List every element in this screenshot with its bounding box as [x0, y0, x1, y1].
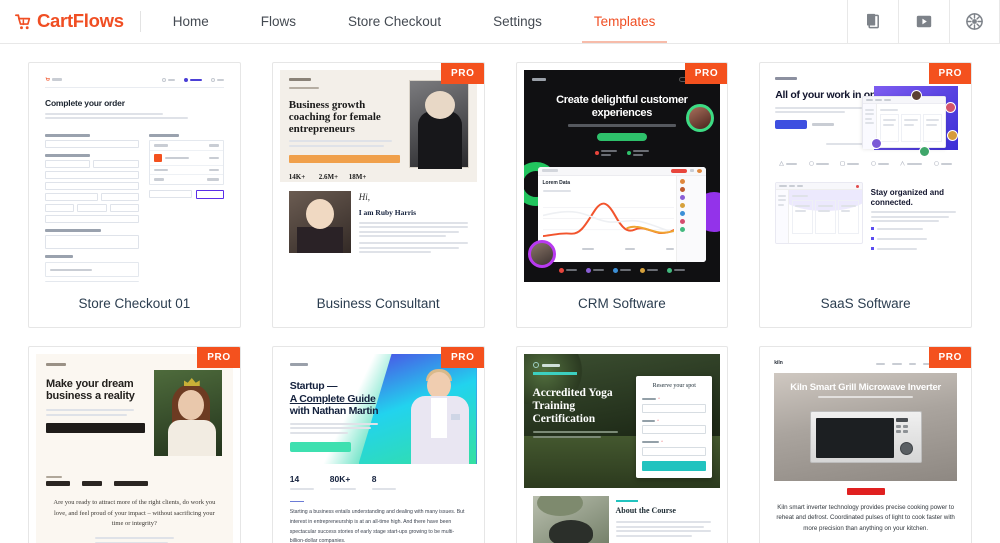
template-card[interactable]: PRO Make your dream business a reality A… — [28, 346, 241, 543]
stat-value: 14 — [289, 474, 300, 484]
template-preview: All of your work in one place. Stay orga… — [767, 70, 964, 282]
templates-content: Complete your order Store Checkout 01 PR… — [0, 44, 1000, 543]
stat-value: 2.6M+ — [318, 172, 339, 181]
template-preview: kiln Kiln Smart Grill Microwave Inverter — [767, 354, 964, 543]
stat-value: 8 — [371, 474, 377, 484]
preview-headline-1: Startup — — [289, 380, 338, 392]
preview-headline: Business growth coaching for female entr… — [288, 98, 381, 136]
template-card[interactable]: PRO Startup — A Complete Guide with Nath… — [271, 346, 485, 543]
brand-divider — [139, 11, 141, 32]
template-card[interactable]: PRO All of your work in one place. Stay … — [759, 62, 972, 328]
templates-grid: Complete your order Store Checkout 01 PR… — [28, 62, 972, 543]
preview-description: Kiln smart inverter technology provides … — [776, 503, 955, 533]
preview-brand: kiln — [774, 360, 783, 366]
preview-section-title: About the Course — [615, 506, 676, 515]
template-title: Store Checkout 01 — [78, 296, 191, 311]
first-name-input[interactable] — [642, 403, 707, 413]
template-title: SaaS Software — [820, 296, 911, 311]
stat-value: 80K+ — [329, 474, 351, 484]
settings-hub-icon — [966, 13, 983, 30]
stat-value: 14K+ — [288, 172, 306, 181]
template-title: Business Consultant — [316, 296, 440, 311]
template-preview: Business growth coaching for female entr… — [279, 70, 477, 282]
preview-headline-3: with Nathan Martin — [289, 405, 379, 418]
last-name-input[interactable] — [642, 425, 707, 434]
settings-hub-icon-button[interactable] — [949, 0, 1000, 43]
top-navigation-bar: CartFlows Home Flows Store Checkout Sett… — [0, 0, 1000, 44]
nav-label: Home — [172, 14, 209, 29]
pro-badge: PRO — [928, 63, 971, 84]
preview-headline: Kiln Smart Grill Microwave Inverter — [790, 381, 942, 393]
pro-badge: PRO — [441, 63, 484, 84]
video-icon — [916, 15, 932, 28]
template-preview: Complete your order — [36, 70, 233, 282]
docs-icon-button[interactable] — [847, 0, 898, 43]
nav-item-flows[interactable]: Flows — [235, 0, 322, 43]
preview-body-1: Starting a business entails understandin… — [289, 509, 465, 543]
stat-value: 18M+ — [348, 172, 367, 181]
dashboard-title: Lorem Data — [542, 179, 571, 186]
template-card[interactable]: PRO kiln Kiln Smart Grill Microwave Inve… — [759, 346, 972, 543]
template-preview: Make your dream business a reality Are y… — [36, 354, 233, 543]
preview-headline: Complete your order — [45, 98, 125, 108]
email-input[interactable] — [642, 446, 707, 456]
preview-headline-2: A Complete Guide — [289, 392, 376, 405]
template-card[interactable]: Accredited Yoga Training Certification R… — [515, 346, 729, 543]
template-preview: Startup — A Complete Guide with Nathan M… — [279, 354, 477, 543]
nav-label: Store Checkout — [348, 14, 442, 29]
nav-label: Settings — [493, 14, 542, 29]
video-icon-button[interactable] — [898, 0, 949, 43]
template-title: CRM Software — [577, 296, 666, 311]
nav-item-settings[interactable]: Settings — [467, 0, 568, 43]
nav-label: Flows — [260, 14, 297, 29]
nav-item-home[interactable]: Home — [147, 0, 235, 43]
topbar-icon-group — [847, 0, 1000, 43]
template-card[interactable]: PRO Business growth coaching for female … — [271, 62, 485, 328]
preview-name: I am Ruby Harris — [358, 207, 417, 217]
preview-headline: Make your dream business a reality — [46, 377, 135, 403]
template-preview: Create delightful customer experiences L… — [523, 70, 721, 282]
form-title: Reserve your spot — [652, 383, 696, 389]
preview-signature: Hi, — [358, 192, 370, 202]
preview-headline: Create delightful customer experiences — [556, 94, 688, 119]
main-nav: Home Flows Store Checkout Settings Templ… — [147, 0, 682, 43]
cart-icon — [14, 13, 32, 31]
pro-badge: PRO — [928, 347, 971, 368]
brand-name: CartFlows — [37, 10, 124, 32]
template-preview: Accredited Yoga Training Certification R… — [523, 354, 721, 543]
preview-headline: Accredited Yoga Training Certification — [532, 386, 613, 425]
nav-item-store-checkout[interactable]: Store Checkout — [322, 0, 467, 43]
nav-label: Templates — [593, 14, 656, 29]
template-card[interactable]: Complete your order Store Checkout 01 — [28, 62, 241, 328]
pro-badge: PRO — [684, 63, 728, 84]
brand-logo[interactable]: CartFlows — [0, 0, 140, 43]
preview-section-headline: Stay organized and connected. — [870, 188, 944, 207]
reserve-button[interactable] — [642, 460, 707, 471]
nav-item-templates[interactable]: Templates — [568, 0, 682, 43]
template-card[interactable]: PRO Create delightful customer experienc… — [515, 62, 729, 328]
preview-quote: Are you ready to attract more of the rig… — [53, 499, 216, 528]
pro-badge: PRO — [197, 347, 240, 368]
docs-icon — [866, 13, 881, 30]
pro-badge: PRO — [441, 347, 484, 368]
